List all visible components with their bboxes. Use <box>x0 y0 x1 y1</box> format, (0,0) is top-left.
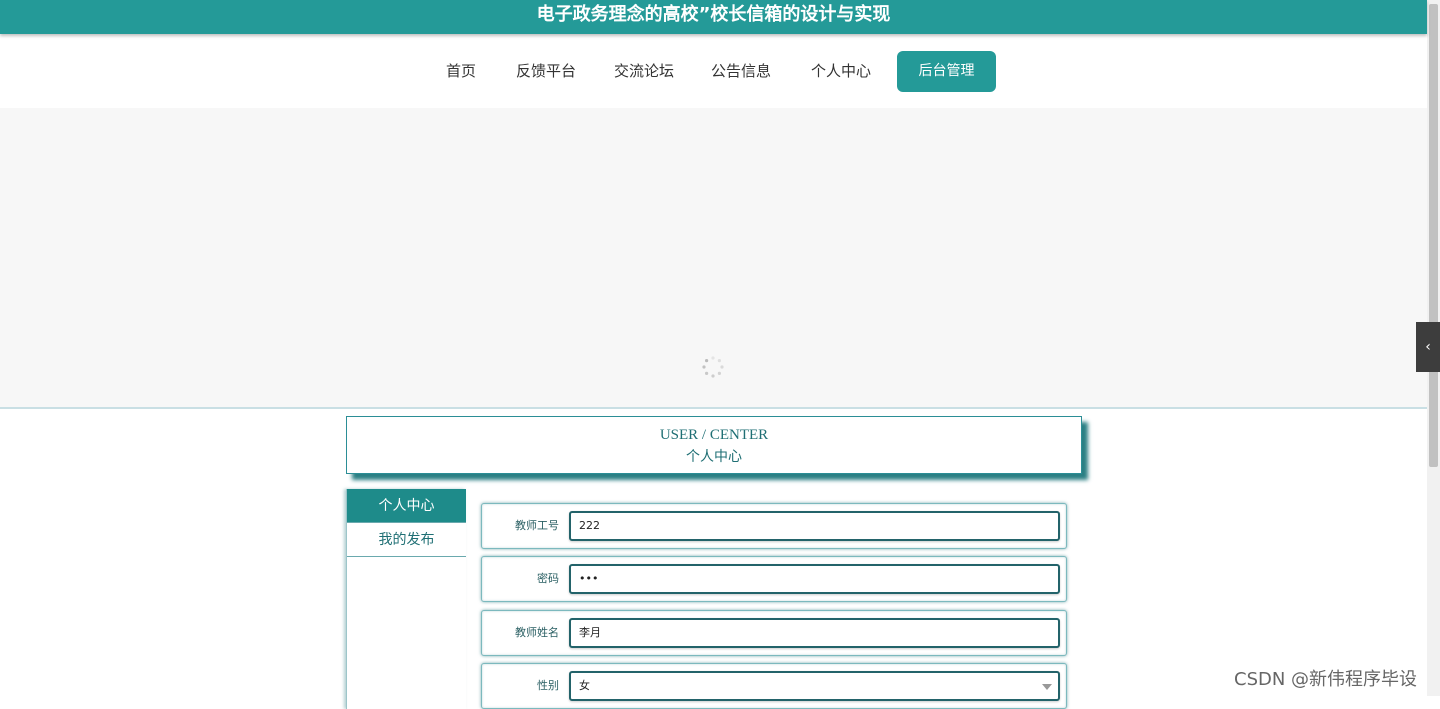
side-panel-toggle[interactable]: ‹ <box>1416 322 1440 372</box>
password-input[interactable]: ••• <box>569 564 1060 594</box>
form-row-teacher-name: 教师姓名 李月 <box>481 610 1067 656</box>
form-row-password: 密码 ••• <box>481 556 1067 602</box>
teacher-id-input[interactable]: 222 <box>569 511 1060 541</box>
sidebar: 个人中心 我的发布 <box>346 489 466 709</box>
nav-feedback[interactable]: 反馈平台 <box>516 51 576 92</box>
loading-spinner-icon <box>702 356 724 378</box>
nav-announcements[interactable]: 公告信息 <box>711 51 771 92</box>
section-header: USER / CENTER 个人中心 <box>346 416 1082 474</box>
chevron-down-icon <box>1042 684 1052 690</box>
site-title: 电子政务理念的高校”校长信箱的设计与实现 <box>536 4 891 25</box>
field-label: 教师工号 <box>515 519 559 532</box>
field-label: 密码 <box>537 572 559 585</box>
nav-user-center[interactable]: 个人中心 <box>811 51 871 92</box>
section-title-en: USER / CENTER <box>659 427 769 443</box>
sidebar-item-my-posts[interactable]: 我的发布 <box>347 523 466 557</box>
field-label: 性别 <box>537 679 559 692</box>
form-row-teacher-id: 教师工号 222 <box>481 503 1067 549</box>
scrollbar-thumb[interactable] <box>1429 4 1438 467</box>
sidebar-item-user-center[interactable]: 个人中心 <box>347 489 466 523</box>
field-label: 教师姓名 <box>515 626 559 639</box>
nav-home[interactable]: 首页 <box>446 51 476 92</box>
form-row-gender: 性别 女 <box>481 663 1067 709</box>
banner-carousel <box>0 108 1427 409</box>
nav-admin-button[interactable]: 后台管理 <box>897 51 996 92</box>
gender-select-value: 女 <box>579 679 590 692</box>
teacher-name-input[interactable]: 李月 <box>569 618 1060 648</box>
nav-forum[interactable]: 交流论坛 <box>614 51 674 92</box>
chevron-left-icon: ‹ <box>1425 339 1431 355</box>
gender-select[interactable]: 女 <box>569 671 1060 701</box>
main-nav: 首页 反馈平台 交流论坛 公告信息 个人中心 后台管理 <box>0 34 1427 108</box>
watermark: CSDN @新伟程序毕设 <box>1234 669 1418 690</box>
section-title-cn: 个人中心 <box>686 449 742 465</box>
site-title-bar: 电子政务理念的高校”校长信箱的设计与实现 <box>0 0 1427 34</box>
